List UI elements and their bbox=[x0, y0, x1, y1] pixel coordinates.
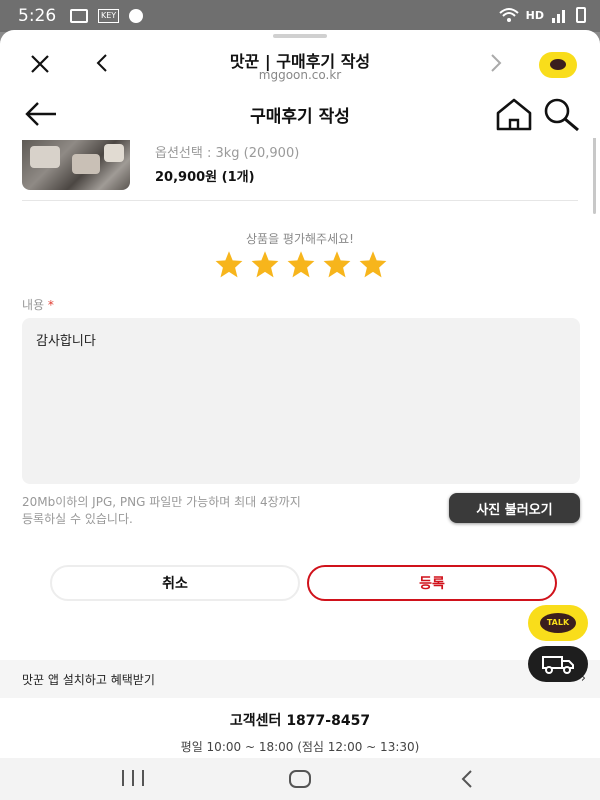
status-system-icons: HD bbox=[498, 7, 586, 23]
review-textarea[interactable] bbox=[22, 318, 580, 484]
battery-icon bbox=[576, 7, 586, 23]
browser-toolbar: 맛꾼 | 구매후기 작성 mggoon.co.kr bbox=[0, 30, 600, 90]
delivery-truck-icon bbox=[542, 656, 574, 674]
star-rating[interactable] bbox=[214, 250, 388, 278]
page-title: 구매후기 작성 bbox=[250, 107, 350, 127]
product-option: 옵션선택 : 3kg (20,900) bbox=[155, 146, 300, 161]
browser-back-icon[interactable] bbox=[92, 52, 112, 74]
back-arrow-icon[interactable] bbox=[24, 99, 58, 129]
status-time: 5:26 bbox=[18, 6, 57, 26]
close-icon[interactable] bbox=[28, 52, 52, 76]
status-bar: 5:26 KEY HD bbox=[0, 0, 600, 32]
product-image bbox=[22, 140, 130, 190]
star-icon[interactable] bbox=[214, 250, 244, 278]
content-label: 내용 * bbox=[22, 298, 54, 312]
kakao-talk-button[interactable]: TALK bbox=[528, 605, 588, 641]
wifi-icon bbox=[498, 8, 519, 22]
key-icon: KEY bbox=[98, 9, 120, 23]
divider bbox=[22, 200, 578, 201]
home-button-icon[interactable] bbox=[289, 770, 311, 788]
star-icon[interactable] bbox=[286, 250, 316, 278]
chat-bubble-icon bbox=[550, 59, 566, 70]
required-mark: * bbox=[47, 298, 54, 312]
kakao-chat-button[interactable] bbox=[539, 52, 577, 78]
star-icon[interactable] bbox=[322, 250, 352, 278]
customer-center-hours: 평일 10:00 ~ 18:00 (점심 12:00 ~ 13:30) bbox=[180, 740, 420, 754]
browser-forward-icon[interactable] bbox=[486, 52, 506, 74]
system-nav-bar bbox=[0, 758, 600, 800]
search-icon[interactable] bbox=[541, 96, 581, 132]
rating-prompt: 상품을 평가해주세요! bbox=[246, 232, 354, 246]
system-back-icon[interactable] bbox=[460, 769, 474, 789]
app-notification-icon bbox=[129, 9, 144, 23]
delivery-button[interactable] bbox=[528, 646, 588, 682]
drag-handle[interactable] bbox=[273, 34, 327, 38]
browser-url[interactable]: mggoon.co.kr bbox=[150, 68, 450, 82]
upload-note: 20Mb이하의 JPG, PNG 파일만 가능하며 최대 4장까지 등록하실 수… bbox=[22, 495, 301, 526]
submit-button[interactable]: 등록 bbox=[307, 565, 557, 601]
app-install-text: 맛꾼 앱 설치하고 혜택받기 bbox=[22, 673, 155, 687]
talk-icon: TALK bbox=[540, 613, 576, 633]
app-install-banner[interactable]: 맛꾼 앱 설치하고 혜택받기 › bbox=[0, 660, 600, 698]
app-header: 구매후기 작성 bbox=[0, 90, 600, 138]
hd-voice-indicator: HD bbox=[525, 8, 544, 22]
load-photo-button[interactable]: 사진 불러오기 bbox=[449, 493, 580, 523]
product-price: 20,900원 (1개) bbox=[155, 170, 255, 185]
status-notification-icons: KEY bbox=[70, 9, 144, 23]
customer-center-title: 고객센터 1877-8457 bbox=[229, 713, 371, 729]
gallery-icon bbox=[70, 9, 88, 23]
page-content[interactable]: 옵션선택 : 3kg (20,900) 20,900원 (1개) 구매후기 작성… bbox=[0, 90, 600, 758]
recent-apps-icon[interactable] bbox=[122, 770, 144, 788]
star-icon[interactable] bbox=[250, 250, 280, 278]
cancel-button[interactable]: 취소 bbox=[50, 565, 300, 601]
signal-icon bbox=[552, 10, 565, 23]
home-icon[interactable] bbox=[494, 96, 534, 132]
star-icon[interactable] bbox=[358, 250, 388, 278]
